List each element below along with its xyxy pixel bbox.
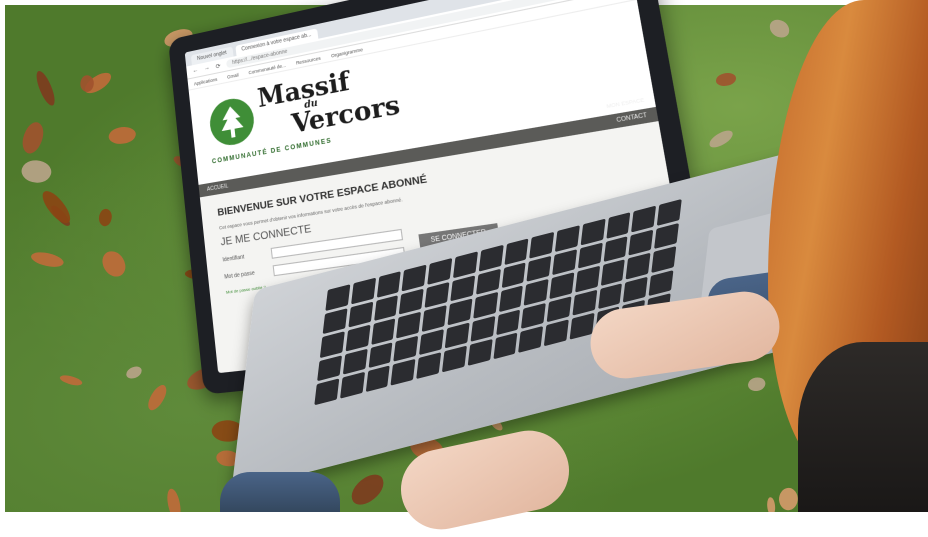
keyboard-key [626,253,651,279]
keyboard-key [600,259,625,285]
keyboard-key [340,372,365,399]
keyboard-key [478,245,503,271]
keyboard-key [368,342,393,369]
keyboard-key [399,288,424,314]
top-link[interactable]: MON ESPACE [606,97,645,109]
leaf [19,155,54,187]
keyboard-key [572,290,597,317]
keyboard-key [450,275,475,301]
keyboard-key [501,262,526,288]
keyboard-key [323,308,348,334]
leaf [96,207,115,228]
keyboard-key [447,299,472,325]
keyboard-key [473,292,498,318]
keyboard-key [527,255,552,281]
keyboard-key [632,206,657,232]
keyboard-key [518,326,543,353]
leaf [346,470,390,509]
keyboard-key [343,349,368,376]
leaf [59,372,83,387]
leaf [17,119,49,156]
forward-icon[interactable]: → [204,65,210,72]
keyboard-key [547,296,572,323]
jeans-leg [220,472,340,512]
keyboard-key [598,283,623,310]
keyboard-key [467,339,492,366]
keyboard-key [422,305,447,331]
leaf [34,69,58,108]
keyboard-key [555,225,580,251]
keyboard-key [496,309,521,336]
bookmark-item[interactable]: Gmail [227,72,239,79]
keyboard-key [445,322,470,349]
leaf [166,488,182,512]
keyboard-key [371,318,396,344]
keyboard-key [351,278,376,304]
keyboard-key [581,219,606,245]
shoulder [798,342,928,512]
keyboard-key [652,246,677,272]
back-icon[interactable]: ← [192,67,198,74]
leaf [39,187,74,228]
keyboard-key [376,271,401,297]
keyboard-key [365,366,390,393]
keyboard-key [498,286,523,312]
leaf [30,249,65,271]
keyboard-key [396,312,421,338]
leaf [707,128,736,150]
keyboard-key [603,236,628,262]
keyboard-key [476,269,501,295]
leaf [109,127,136,145]
keyboard-key [524,279,549,305]
site-logo[interactable]: Massif du Vercors [256,60,401,141]
keyboard-key [325,284,350,310]
keyboard-key [544,320,569,347]
keyboard-key [314,379,339,406]
keyboard-key [529,232,554,258]
menu-item-home[interactable]: ACCUEIL [207,183,229,193]
keyboard-key [394,335,419,362]
keyboard-key [391,359,416,386]
keyboard-key [402,265,427,291]
leaf [716,73,736,86]
keyboard-key [549,272,574,298]
password-label: Mot de passe [224,269,265,281]
keyboard-key [606,212,631,238]
keyboard-key [657,199,682,225]
leaf [144,383,171,414]
keyboard-key [623,276,648,303]
leaf [768,19,790,39]
leaf [125,365,143,380]
keyboard-key [453,251,478,277]
leaf [747,375,766,392]
keyboard-key [654,223,679,249]
keyboard-key [419,329,444,356]
leaf [768,497,776,512]
keyboard-key [575,266,600,292]
keyboard-key [425,282,450,308]
identifiant-label: Identifiant [222,251,263,263]
keyboard-key [493,333,518,360]
keyboard-key [317,355,342,382]
keyboard-key [345,325,370,351]
leaf [101,249,127,278]
keyboard-key [374,295,399,321]
keyboard-key [552,249,577,275]
keyboard-key [470,316,495,343]
keyboard-key [649,270,674,297]
keyboard-key [578,242,603,268]
menu-item-contact[interactable]: CONTACT [616,112,648,124]
keyboard-key [416,353,441,380]
keyboard-key [348,301,373,327]
keyboard-key [427,258,452,284]
keyboard-key [629,229,654,255]
tree-logo-icon [208,95,257,149]
keyboard-key [442,346,467,373]
keyboard-key [504,238,529,264]
keyboard-key [521,303,546,330]
reload-icon[interactable]: ⟳ [215,62,221,70]
keyboard-key [320,331,345,357]
